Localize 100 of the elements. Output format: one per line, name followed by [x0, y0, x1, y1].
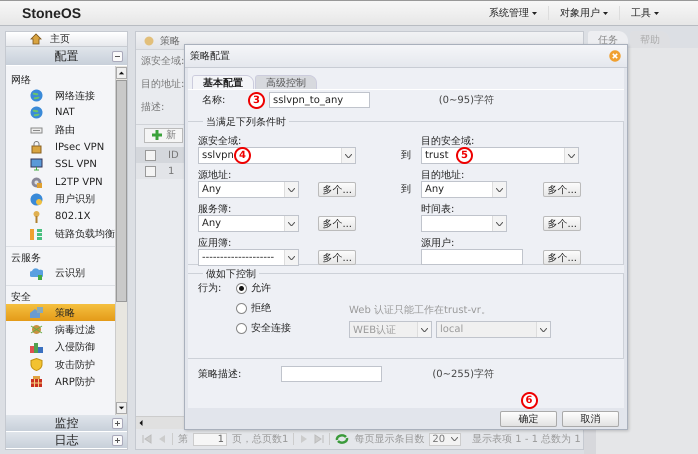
more-button[interactable]: 多个... — [543, 250, 581, 264]
field-label: 应用簿: — [198, 236, 232, 248]
section-header[interactable]: 配置 — [54, 48, 78, 64]
more-button[interactable]: 多个... — [318, 182, 356, 197]
panel-title: 策略 — [160, 34, 180, 48]
radio-button[interactable] — [236, 302, 247, 314]
nav-item[interactable]: 入侵防御 — [6, 338, 115, 356]
field-label: 目的地址: — [421, 168, 466, 180]
page-input[interactable]: 1 — [193, 432, 227, 446]
nav-item[interactable]: 云识别 — [6, 264, 115, 282]
nav-item[interactable]: 病毒过滤 — [6, 321, 115, 339]
per-page-label: 每页显示条目数 — [354, 433, 424, 446]
caret-icon — [654, 12, 659, 14]
dropdown-field[interactable] — [421, 215, 507, 232]
group-title: 当满足下列条件时 — [203, 115, 289, 129]
callout-number: 3 — [248, 92, 265, 108]
refresh-icon[interactable] — [335, 433, 350, 445]
dialog-button[interactable]: 确定 — [500, 411, 557, 427]
scroll-down-icon[interactable] — [116, 402, 127, 414]
filter-label: 描述: — [141, 100, 164, 114]
field-label: 策略描述: — [198, 368, 242, 381]
caret-icon — [603, 12, 608, 14]
field-label: 源安全域: — [198, 134, 242, 146]
more-button[interactable]: 多个... — [543, 216, 581, 231]
field-label: 源用户: — [421, 236, 456, 248]
radio-button[interactable] — [236, 282, 247, 294]
dropdown-field[interactable]: -------------------- — [198, 249, 299, 266]
checkbox[interactable] — [144, 166, 156, 176]
more-button[interactable]: 多个... — [543, 182, 581, 197]
more-button[interactable]: 多个... — [318, 250, 356, 265]
expand-icon[interactable] — [112, 434, 123, 446]
field-label: 行为: — [198, 282, 222, 296]
scroll-up-icon[interactable] — [116, 67, 127, 79]
scrollbar[interactable] — [115, 66, 127, 415]
blocks-icon — [30, 340, 43, 354]
dropdown-icon — [496, 188, 503, 192]
dot-icon — [144, 36, 154, 46]
name-field[interactable]: sslvpn_to_any — [269, 92, 370, 108]
nav-item[interactable]: 网络连接 — [6, 87, 115, 104]
nav-item[interactable]: ARP防护 — [6, 373, 115, 390]
nav-item[interactable]: 802.1X — [6, 208, 115, 226]
field-label: 名称: — [202, 94, 226, 107]
nav-item[interactable]: SSL VPN — [6, 156, 115, 174]
table-cell-text: 1 — [167, 166, 174, 176]
cloud-icon — [30, 266, 43, 280]
nav-item[interactable]: 攻击防护 — [6, 356, 115, 374]
length-hint: (0~95)字符 — [438, 94, 494, 107]
nav-item[interactable]: L2TP VPN — [6, 173, 115, 191]
expand-icon[interactable] — [112, 418, 123, 428]
page-label: 第 — [178, 433, 188, 446]
dropdown-icon — [540, 328, 547, 332]
nav-item[interactable]: 路由 — [6, 122, 115, 139]
next-page-icon[interactable] — [299, 434, 310, 444]
section-header[interactable]: 监控 — [54, 414, 78, 432]
field-label: 源地址: — [198, 168, 232, 180]
filter-label: 目的地址: — [141, 78, 184, 91]
lock-icon — [30, 141, 43, 154]
total-pages: 页，总页数1 — [232, 432, 288, 446]
radio-label[interactable]: 安全连接 — [251, 321, 291, 335]
nav-item[interactable]: IPsec VPN — [6, 138, 115, 156]
first-page-icon[interactable] — [142, 434, 152, 444]
dropdown-icon — [496, 222, 503, 226]
app-logo: StoneOS — [22, 5, 82, 21]
nav-item[interactable]: 策略 — [6, 304, 115, 322]
radio-label[interactable]: 允许 — [251, 281, 271, 295]
checkbox[interactable] — [144, 150, 156, 160]
dropdown-icon — [288, 188, 295, 192]
new-button[interactable]: 新 — [144, 128, 183, 142]
house-icon — [30, 306, 43, 320]
menu-item[interactable]: 系统管理 — [478, 6, 548, 20]
dropdown-field[interactable]: Any — [198, 181, 299, 198]
menu-item[interactable]: 对象用户 — [548, 6, 619, 20]
field-label: 时间表: — [421, 202, 456, 214]
tab[interactable]: 基本配置 — [192, 75, 254, 89]
nav-item[interactable]: 链路负载均衡 — [6, 225, 115, 243]
tab[interactable]: 高级控制 — [255, 75, 317, 89]
description-field[interactable] — [281, 366, 382, 382]
dropdown-field[interactable]: Any — [421, 181, 507, 198]
section-header[interactable]: 日志 — [54, 432, 78, 448]
nav-item[interactable]: NAT — [6, 104, 115, 122]
dialog-title: 策略配置 — [190, 50, 230, 63]
dialog-button[interactable]: 取消 — [562, 411, 619, 427]
nav-item[interactable]: 用户识别 — [6, 190, 115, 208]
text-field[interactable] — [421, 249, 523, 265]
radio-button[interactable] — [236, 322, 247, 334]
home-button[interactable]: 主页 — [6, 32, 127, 47]
dropdown-field[interactable]: Any — [198, 215, 299, 232]
previous-page-icon[interactable] — [157, 434, 167, 444]
last-page-icon[interactable] — [314, 434, 324, 444]
dropdown-icon — [421, 328, 428, 332]
connector-label: 到 — [401, 183, 411, 196]
connector-label: 到 — [401, 149, 411, 162]
more-button[interactable]: 多个... — [318, 216, 356, 231]
radio-label[interactable]: 拒绝 — [251, 301, 271, 315]
group-title: 做如下控制 — [203, 267, 259, 281]
collapse-icon[interactable] — [112, 50, 123, 62]
per-page-select[interactable]: 20 — [429, 432, 462, 446]
close-icon[interactable] — [609, 50, 621, 62]
shield-icon — [30, 358, 43, 371]
menu-item[interactable]: 工具 — [619, 6, 670, 20]
